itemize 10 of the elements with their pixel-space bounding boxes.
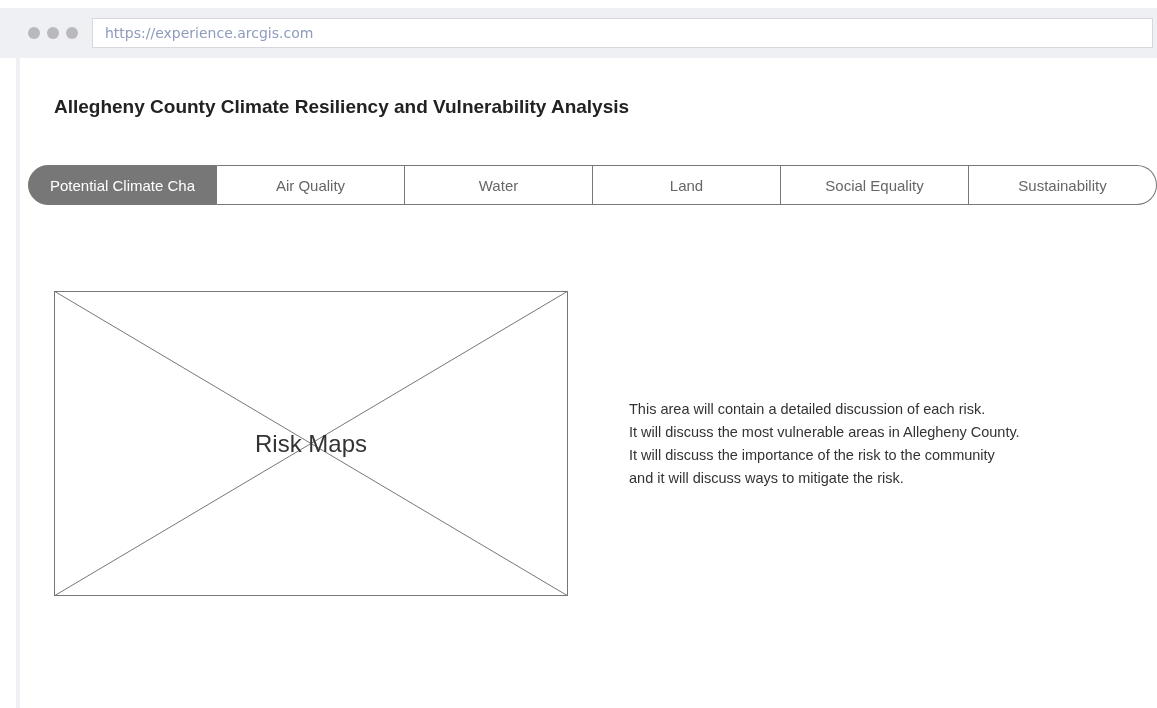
tab[interactable]: Potential Climate Cha	[28, 165, 217, 205]
tab[interactable]: Sustainability	[969, 165, 1157, 205]
tab[interactable]: Land	[593, 165, 781, 205]
tab[interactable]: Social Equality	[781, 165, 969, 205]
page-title: Allegheny County Climate Resiliency and Vulnerability Analysis	[54, 96, 631, 118]
placeholder-label: Risk Maps	[255, 429, 367, 458]
description-text: This area will contain a detailed discussion of each risk. It will discuss the most vulnerable areas in Allegheny County. It will discuss the importance of the risk to the community and it will discuss ways to mitigate the risk.	[629, 399, 1020, 488]
tab[interactable]: Air Quality	[217, 165, 405, 205]
tab[interactable]: Water	[405, 165, 593, 205]
window-controls-icon[interactable]	[28, 27, 78, 39]
